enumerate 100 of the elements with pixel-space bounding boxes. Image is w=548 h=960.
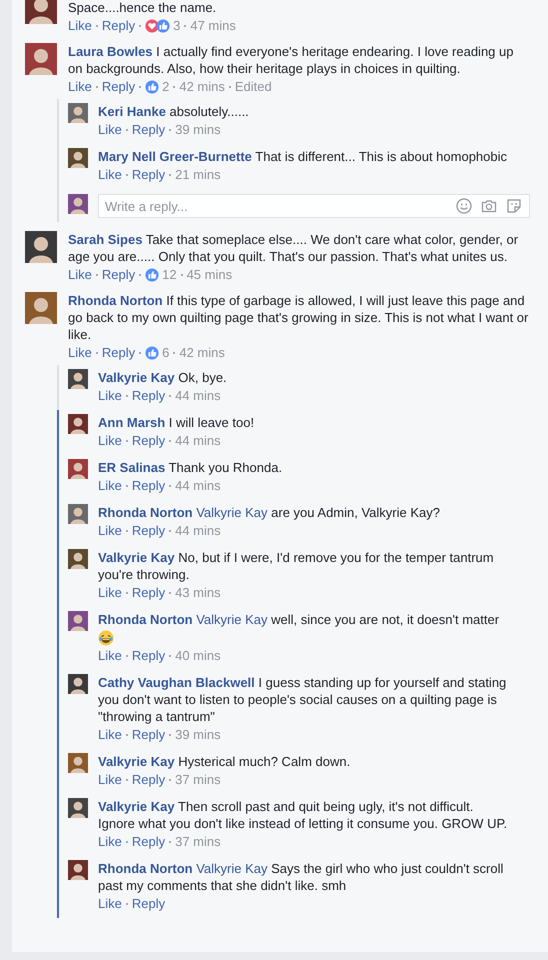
reaction-count[interactable]: 3 bbox=[173, 17, 180, 34]
like-link[interactable]: Like bbox=[68, 344, 92, 361]
avatar[interactable] bbox=[68, 549, 88, 569]
reply-link[interactable]: Reply bbox=[132, 895, 166, 912]
timestamp: 37 mins bbox=[175, 833, 221, 850]
camera-icon[interactable] bbox=[481, 198, 497, 214]
comment-text: Valkyrie Kay Then scroll past and quit being ugly, it's not difficult. Ignore what you don't like instead of letting it consume you. GROW UP. bbox=[98, 798, 508, 832]
reply-link[interactable]: Reply bbox=[132, 522, 166, 539]
like-link[interactable]: Like bbox=[68, 17, 92, 34]
like-link[interactable]: Like bbox=[98, 726, 122, 743]
timestamp: 45 mins bbox=[186, 266, 232, 283]
author-link[interactable]: ER Salinas bbox=[98, 460, 166, 475]
avatar[interactable] bbox=[68, 798, 88, 818]
reply-link[interactable]: Reply bbox=[132, 121, 166, 138]
author-link[interactable]: Ann Marsh bbox=[98, 415, 166, 430]
reaction-count[interactable]: 6 bbox=[162, 344, 170, 361]
like-link[interactable]: Like bbox=[68, 78, 92, 95]
author-link[interactable]: Sarah Sipes bbox=[68, 232, 142, 247]
comment-text: Rhonda Norton Valkyrie Kay Says the girl who who just couldn't scroll past my comments that she didn't like. smh bbox=[98, 860, 504, 894]
author-link[interactable]: Valkyrie Kay bbox=[98, 370, 175, 385]
reply-link[interactable]: Reply bbox=[132, 432, 166, 449]
smiley-icon[interactable] bbox=[456, 198, 472, 214]
like-link[interactable]: Like bbox=[98, 647, 122, 664]
author-link[interactable]: Valkyrie Kay bbox=[98, 799, 175, 814]
avatar[interactable] bbox=[68, 194, 88, 214]
reaction-count[interactable]: 12 bbox=[162, 266, 177, 283]
like-link[interactable]: Like bbox=[68, 266, 92, 283]
avatar[interactable] bbox=[68, 674, 88, 694]
reply-link[interactable]: Reply bbox=[102, 78, 136, 95]
timestamp: 44 mins bbox=[175, 387, 221, 404]
like-link[interactable]: Like bbox=[98, 833, 122, 850]
timestamp: 37 mins bbox=[175, 771, 221, 788]
comment-text: ER Salinas Thank you Rhonda. bbox=[98, 459, 284, 476]
avatar[interactable] bbox=[68, 611, 88, 631]
like-link[interactable]: Like bbox=[98, 584, 122, 601]
avatar[interactable] bbox=[25, 43, 57, 75]
comment-text: Sarah Sipes Take that someplace else.... We don't care what color, gender, or age you are..... Only that you quilt. That's our passion. That's what unites us. bbox=[68, 231, 520, 265]
author-link[interactable]: Rhonda Norton bbox=[98, 612, 193, 627]
comment-text: Keri Hanke absolutely...... bbox=[98, 103, 250, 120]
avatar[interactable] bbox=[68, 103, 88, 123]
like-link[interactable]: Like bbox=[98, 522, 122, 539]
reply-link[interactable]: Reply bbox=[102, 266, 136, 283]
reply-link[interactable]: Reply bbox=[132, 387, 166, 404]
mention-link[interactable]: Valkyrie Kay bbox=[196, 861, 268, 876]
edited-label: Edited bbox=[234, 78, 272, 95]
comment-text: Space....hence the name. bbox=[68, 0, 218, 16]
timestamp: 42 mins bbox=[179, 344, 225, 361]
reply-link[interactable]: Reply bbox=[132, 584, 166, 601]
author-link[interactable]: Rhonda Norton bbox=[98, 861, 193, 876]
comment-text: Mary Nell Greer-Burnette That is different... This is about homophobic bbox=[98, 148, 508, 165]
author-link[interactable]: Valkyrie Kay bbox=[98, 550, 175, 565]
avatar[interactable] bbox=[25, 231, 57, 263]
comment-text: Cathy Vaughan Blackwell I guess standing up for yourself and stating you don't want to listen to people's social causes on a quilting page is "throwing a tantrum" bbox=[98, 674, 508, 725]
reply-link[interactable]: Reply bbox=[132, 166, 166, 183]
author-link[interactable]: Rhonda Norton bbox=[98, 505, 193, 520]
avatar[interactable] bbox=[68, 860, 88, 880]
reply-link[interactable]: Reply bbox=[132, 726, 166, 743]
comment-text: Valkyrie Kay Hysterical much? Calm down. bbox=[98, 753, 352, 770]
like-link[interactable]: Like bbox=[98, 771, 122, 788]
timestamp: 21 mins bbox=[175, 166, 221, 183]
like-link[interactable]: Like bbox=[98, 121, 122, 138]
reply-link[interactable]: Reply bbox=[102, 344, 136, 361]
author-link[interactable]: Valkyrie Kay bbox=[98, 754, 175, 769]
timestamp: 44 mins bbox=[175, 432, 221, 449]
avatar[interactable] bbox=[68, 753, 88, 773]
like-link[interactable]: Like bbox=[98, 166, 122, 183]
timestamp: 43 mins bbox=[175, 584, 221, 601]
reply-link[interactable]: Reply bbox=[132, 647, 166, 664]
avatar[interactable] bbox=[25, 292, 57, 324]
like-link[interactable]: Like bbox=[98, 895, 122, 912]
reaction-count[interactable]: 2 bbox=[162, 78, 170, 95]
timestamp: 47 mins bbox=[190, 17, 236, 34]
comment-text: Rhonda Norton If this type of garbage is allowed, I will just leave this page and go back to my own quilting page that's growing in size. This is not what I want or like. bbox=[68, 292, 530, 343]
timestamp: 44 mins bbox=[175, 522, 221, 539]
reply-field[interactable]: Write a reply... bbox=[98, 194, 530, 218]
like-link[interactable]: Like bbox=[98, 477, 122, 494]
avatar[interactable] bbox=[68, 504, 88, 524]
timestamp: 42 mins bbox=[179, 78, 225, 95]
avatar[interactable] bbox=[25, 0, 57, 24]
avatar[interactable] bbox=[68, 148, 88, 168]
avatar[interactable] bbox=[68, 369, 88, 389]
avatar[interactable] bbox=[68, 459, 88, 479]
reply-link[interactable]: Reply bbox=[102, 17, 136, 34]
comment-text: Valkyrie Kay No, but if I were, I'd remove you for the temper tantrum you're throwing. bbox=[98, 549, 495, 583]
reply-link[interactable]: Reply bbox=[132, 771, 166, 788]
author-link[interactable]: Mary Nell Greer-Burnette bbox=[98, 149, 252, 164]
timestamp: 39 mins bbox=[175, 726, 221, 743]
like-link[interactable]: Like bbox=[98, 432, 122, 449]
reply-link[interactable]: Reply bbox=[132, 477, 166, 494]
mention-link[interactable]: Valkyrie Kay bbox=[196, 505, 268, 520]
avatar[interactable] bbox=[68, 414, 88, 434]
reply-link[interactable]: Reply bbox=[132, 833, 166, 850]
mention-link[interactable]: Valkyrie Kay bbox=[196, 612, 268, 627]
author-link[interactable]: Laura Bowles bbox=[68, 44, 153, 59]
sticker-icon[interactable] bbox=[506, 198, 522, 214]
author-link[interactable]: Rhonda Norton bbox=[68, 293, 163, 308]
author-link[interactable]: Keri Hanke bbox=[98, 104, 166, 119]
like-link[interactable]: Like bbox=[98, 387, 122, 404]
timestamp: 44 mins bbox=[175, 477, 221, 494]
author-link[interactable]: Cathy Vaughan Blackwell bbox=[98, 675, 255, 690]
